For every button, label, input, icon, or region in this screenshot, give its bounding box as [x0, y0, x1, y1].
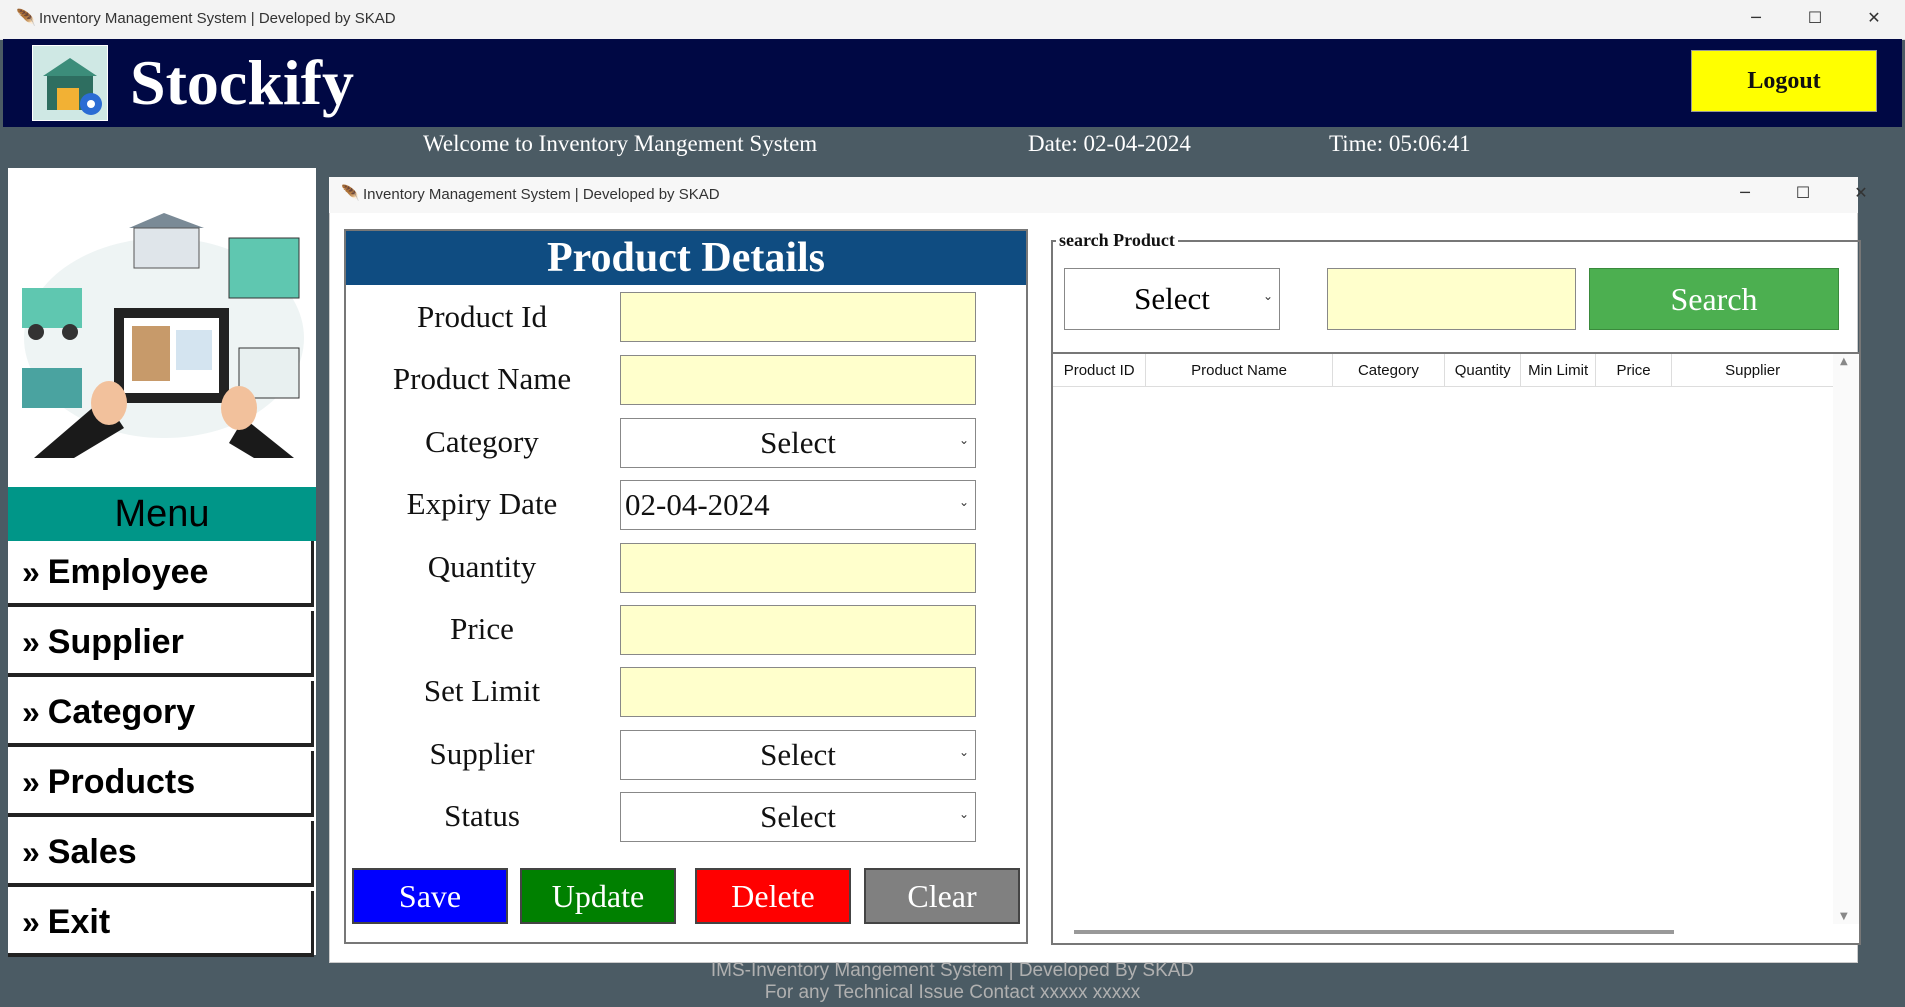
chevron-down-icon: ⌄ [1262, 289, 1273, 303]
column-header-price[interactable]: Price [1596, 354, 1673, 386]
set-limit-label: Set Limit [423, 673, 541, 708]
welcome-text: Welcome to Inventory Mangement System [423, 131, 818, 156]
price-label: Price [450, 611, 514, 646]
vertical-scrollbar[interactable]: ▲ ▼ [1833, 354, 1859, 924]
products-table [1051, 352, 1861, 945]
feather-icon: 🪶 [341, 186, 360, 202]
column-header-product-id[interactable]: Product ID [1053, 354, 1147, 386]
footer-line-2: For any Technical Issue Contact xxxxx xx… [764, 982, 1141, 1003]
close-icon[interactable]: ✕ [1841, 183, 1881, 202]
inventory-illustration-icon [22, 213, 304, 458]
outer-window-title: Inventory Management System | Developed … [39, 10, 396, 27]
chevron-down-icon: ⌄ [958, 745, 969, 759]
column-header-supplier[interactable]: Supplier [1672, 354, 1833, 386]
product-name-field[interactable] [620, 355, 976, 405]
menu-item-exit[interactable]: » Exit [8, 891, 314, 957]
expiry-date-value: 02-04-2024 [625, 487, 770, 522]
footer-line-1: IMS-Inventory Mangement System | Develop… [710, 960, 1195, 981]
menu-item-label: Products [47, 762, 196, 801]
chevron-down-icon: ⌄ [958, 433, 969, 447]
product-id-field[interactable] [620, 292, 976, 342]
outer-title-bar: 🪶 Inventory Management System | Develope… [0, 0, 1905, 40]
double-chevron-right-icon: » [22, 763, 40, 800]
status-bar: Welcome to Inventory Mangement System Da… [3, 127, 1902, 163]
feather-icon: 🪶 [16, 10, 36, 27]
delete-button[interactable]: Delete [695, 868, 851, 924]
minimize-icon[interactable]: ─ [1736, 8, 1776, 27]
supplier-select-value: Select [760, 737, 836, 772]
supplier-label: Supplier [429, 736, 535, 771]
double-chevron-right-icon: » [22, 623, 40, 660]
inner-title-bar: 🪶 Inventory Management System | Develope… [329, 177, 1868, 213]
search-product-legend: search Product [1056, 230, 1178, 251]
product-id-label: Product Id [416, 299, 547, 334]
menu-item-sales[interactable]: » Sales [8, 821, 314, 887]
maximize-icon[interactable]: ☐ [1795, 8, 1835, 27]
menu-item-label: Employee [47, 552, 209, 591]
chevron-down-icon: ⌄ [958, 807, 969, 821]
update-button[interactable]: Update [520, 868, 676, 924]
status-select[interactable]: Select ⌄ [620, 792, 976, 842]
menu-item-employee[interactable]: » Employee [8, 541, 314, 607]
menu-item-category[interactable]: » Category [8, 681, 314, 747]
search-input[interactable] [1327, 268, 1576, 330]
close-icon[interactable]: ✕ [1854, 8, 1894, 27]
time-text: Time: 05:06:41 [1329, 131, 1471, 156]
column-header-quantity[interactable]: Quantity [1445, 354, 1522, 386]
maximize-icon[interactable]: ☐ [1783, 183, 1823, 202]
menu-item-label: Exit [47, 902, 111, 941]
expiry-date-picker[interactable]: 02-04-2024 ⌄ [620, 480, 976, 530]
category-select[interactable]: Select ⌄ [620, 418, 976, 468]
column-header-category[interactable]: Category [1333, 354, 1445, 386]
menu-title: Menu [8, 487, 316, 541]
menu-item-label: Category [47, 692, 196, 731]
scroll-down-icon[interactable]: ▼ [1840, 911, 1848, 922]
inner-window-title: Inventory Management System | Developed … [363, 186, 720, 203]
save-button[interactable]: Save [352, 868, 508, 924]
quantity-field[interactable] [620, 543, 976, 593]
horizontal-scrollbar[interactable] [1074, 930, 1674, 934]
search-button[interactable]: Search [1589, 268, 1839, 330]
status-label: Status [444, 798, 520, 833]
product-details-heading: Product Details [346, 231, 1026, 285]
status-select-value: Select [760, 799, 836, 834]
scroll-up-icon[interactable]: ▲ [1840, 356, 1848, 367]
chevron-down-icon: ⌄ [958, 495, 969, 509]
category-select-value: Select [760, 425, 836, 460]
double-chevron-right-icon: » [22, 553, 40, 590]
logout-button[interactable]: Logout [1691, 50, 1877, 112]
set-limit-field[interactable] [620, 667, 976, 717]
product-name-label: Product Name [392, 361, 572, 396]
double-chevron-right-icon: » [22, 833, 40, 870]
column-header-min-limit[interactable]: Min Limit [1521, 354, 1596, 386]
menu-item-supplier[interactable]: » Supplier [8, 611, 314, 677]
app-brand: Stockify [130, 47, 354, 118]
clear-button[interactable]: Clear [864, 868, 1020, 924]
quantity-label: Quantity [427, 549, 537, 584]
price-field[interactable] [620, 605, 976, 655]
double-chevron-right-icon: » [22, 693, 40, 730]
search-select-value: Select [1134, 281, 1210, 316]
double-chevron-right-icon: » [22, 903, 40, 940]
footer: IMS-Inventory Mangement System | Develop… [0, 960, 1905, 1007]
warehouse-logo-icon [32, 45, 108, 121]
supplier-select[interactable]: Select ⌄ [620, 730, 976, 780]
category-label: Category [425, 424, 539, 459]
expiry-date-label: Expiry Date [406, 486, 558, 521]
menu-item-products[interactable]: » Products [8, 751, 314, 817]
menu-item-label: Supplier [47, 622, 184, 661]
table-header: Product ID Product Name Category Quantit… [1053, 354, 1833, 387]
minimize-icon[interactable]: ─ [1725, 183, 1765, 202]
search-by-select[interactable]: Select ⌄ [1064, 268, 1280, 330]
date-text: Date: 02-04-2024 [1028, 131, 1191, 156]
menu-item-label: Sales [47, 832, 137, 871]
column-header-product-name[interactable]: Product Name [1146, 354, 1333, 386]
